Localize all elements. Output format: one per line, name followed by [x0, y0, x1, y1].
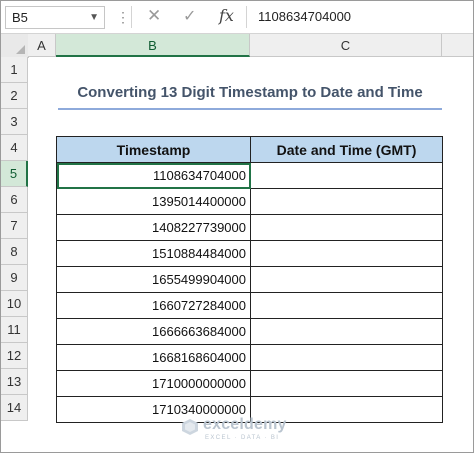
cell-c12[interactable] [250, 344, 443, 371]
row-header-11[interactable]: 11 [1, 317, 28, 343]
row-header-4[interactable]: 4 [1, 135, 28, 161]
table-row: 1108634704000 [56, 162, 443, 189]
cell-c13[interactable] [250, 370, 443, 397]
select-all-button[interactable] [1, 34, 29, 58]
table-header-row: Timestamp Date and Time (GMT) [56, 136, 443, 163]
row-header-6[interactable]: 6 [1, 187, 28, 213]
table-row: 1655499904000 [56, 266, 443, 293]
enter-check-icon[interactable]: ✓ [183, 6, 196, 26]
cell-c9[interactable] [250, 266, 443, 293]
row-header-13[interactable]: 13 [1, 369, 28, 395]
table-row: 1510884484000 [56, 240, 443, 267]
worksheet-grid: A B C 1 2 3 4 5 6 7 8 9 10 11 12 13 14 C… [1, 34, 473, 452]
watermark-name: exceldemy [203, 416, 287, 433]
cell-c7[interactable] [250, 214, 443, 241]
cell-b8[interactable]: 1510884484000 [56, 240, 251, 267]
table-row: 1408227739000 [56, 214, 443, 241]
header-date-time[interactable]: Date and Time (GMT) [250, 136, 443, 163]
table-row: 1660727284000 [56, 292, 443, 319]
formula-bar: B5 ▼ ⋮ ✕ ✓ fx 1108634704000 [1, 1, 473, 34]
row-header-1[interactable]: 1 [1, 57, 28, 83]
cell-c10[interactable] [250, 292, 443, 319]
watermark-tagline: EXCEL · DATA · BI [205, 435, 280, 441]
sheet-title[interactable]: Converting 13 Digit Timestamp to Date an… [58, 84, 442, 101]
header-timestamp[interactable]: Timestamp [56, 136, 251, 163]
cell-c5[interactable] [250, 162, 443, 189]
row-header-14[interactable]: 14 [1, 395, 28, 421]
cell-c8[interactable] [250, 240, 443, 267]
row-header-12[interactable]: 12 [1, 343, 28, 369]
row-header-10[interactable]: 10 [1, 291, 28, 317]
chevron-down-icon[interactable]: ▼ [89, 12, 99, 23]
column-header-a[interactable]: A [28, 34, 56, 57]
row-header-7[interactable]: 7 [1, 213, 28, 239]
cell-b7[interactable]: 1408227739000 [56, 214, 251, 241]
table-row: 1710000000000 [56, 370, 443, 397]
row-header-8[interactable]: 8 [1, 239, 28, 265]
table-row: 1395014400000 [56, 188, 443, 215]
cell-b6[interactable]: 1395014400000 [56, 188, 251, 215]
formula-bar-divider [131, 6, 132, 28]
row-header-2[interactable]: 2 [1, 83, 28, 109]
formula-bar-divider [246, 6, 247, 28]
row-header-9[interactable]: 9 [1, 265, 28, 291]
cell-b9[interactable]: 1655499904000 [56, 266, 251, 293]
cell-b10[interactable]: 1660727284000 [56, 292, 251, 319]
table-row: 1666663684000 [56, 318, 443, 345]
cancel-icon[interactable]: ✕ [147, 6, 161, 26]
column-header-d-partial[interactable] [442, 34, 473, 57]
formula-input[interactable]: 1108634704000 [258, 9, 351, 24]
cell-b11[interactable]: 1666663684000 [56, 318, 251, 345]
cell-c11[interactable] [250, 318, 443, 345]
name-box-value: B5 [12, 10, 28, 25]
column-header-b[interactable]: B [56, 34, 250, 57]
timestamp-table: Timestamp Date and Time (GMT) 1108634704… [56, 136, 443, 423]
more-options-icon[interactable]: ⋮ [116, 9, 130, 26]
cell-c6[interactable] [250, 188, 443, 215]
title-underline [58, 108, 442, 110]
table-row: 1668168604000 [56, 344, 443, 371]
row-header-3[interactable]: 3 [1, 109, 28, 135]
cell-b12[interactable]: 1668168604000 [56, 344, 251, 371]
exceldemy-logo-icon [182, 419, 198, 435]
column-header-c[interactable]: C [250, 34, 442, 57]
cell-b13[interactable]: 1710000000000 [56, 370, 251, 397]
excel-window: B5 ▼ ⋮ ✕ ✓ fx 1108634704000 A B C 1 2 3 … [0, 0, 474, 453]
name-box[interactable]: B5 ▼ [5, 6, 105, 29]
insert-function-icon[interactable]: fx [219, 6, 234, 25]
cell-b5[interactable]: 1108634704000 [56, 162, 251, 189]
row-header-5[interactable]: 5 [1, 161, 28, 187]
